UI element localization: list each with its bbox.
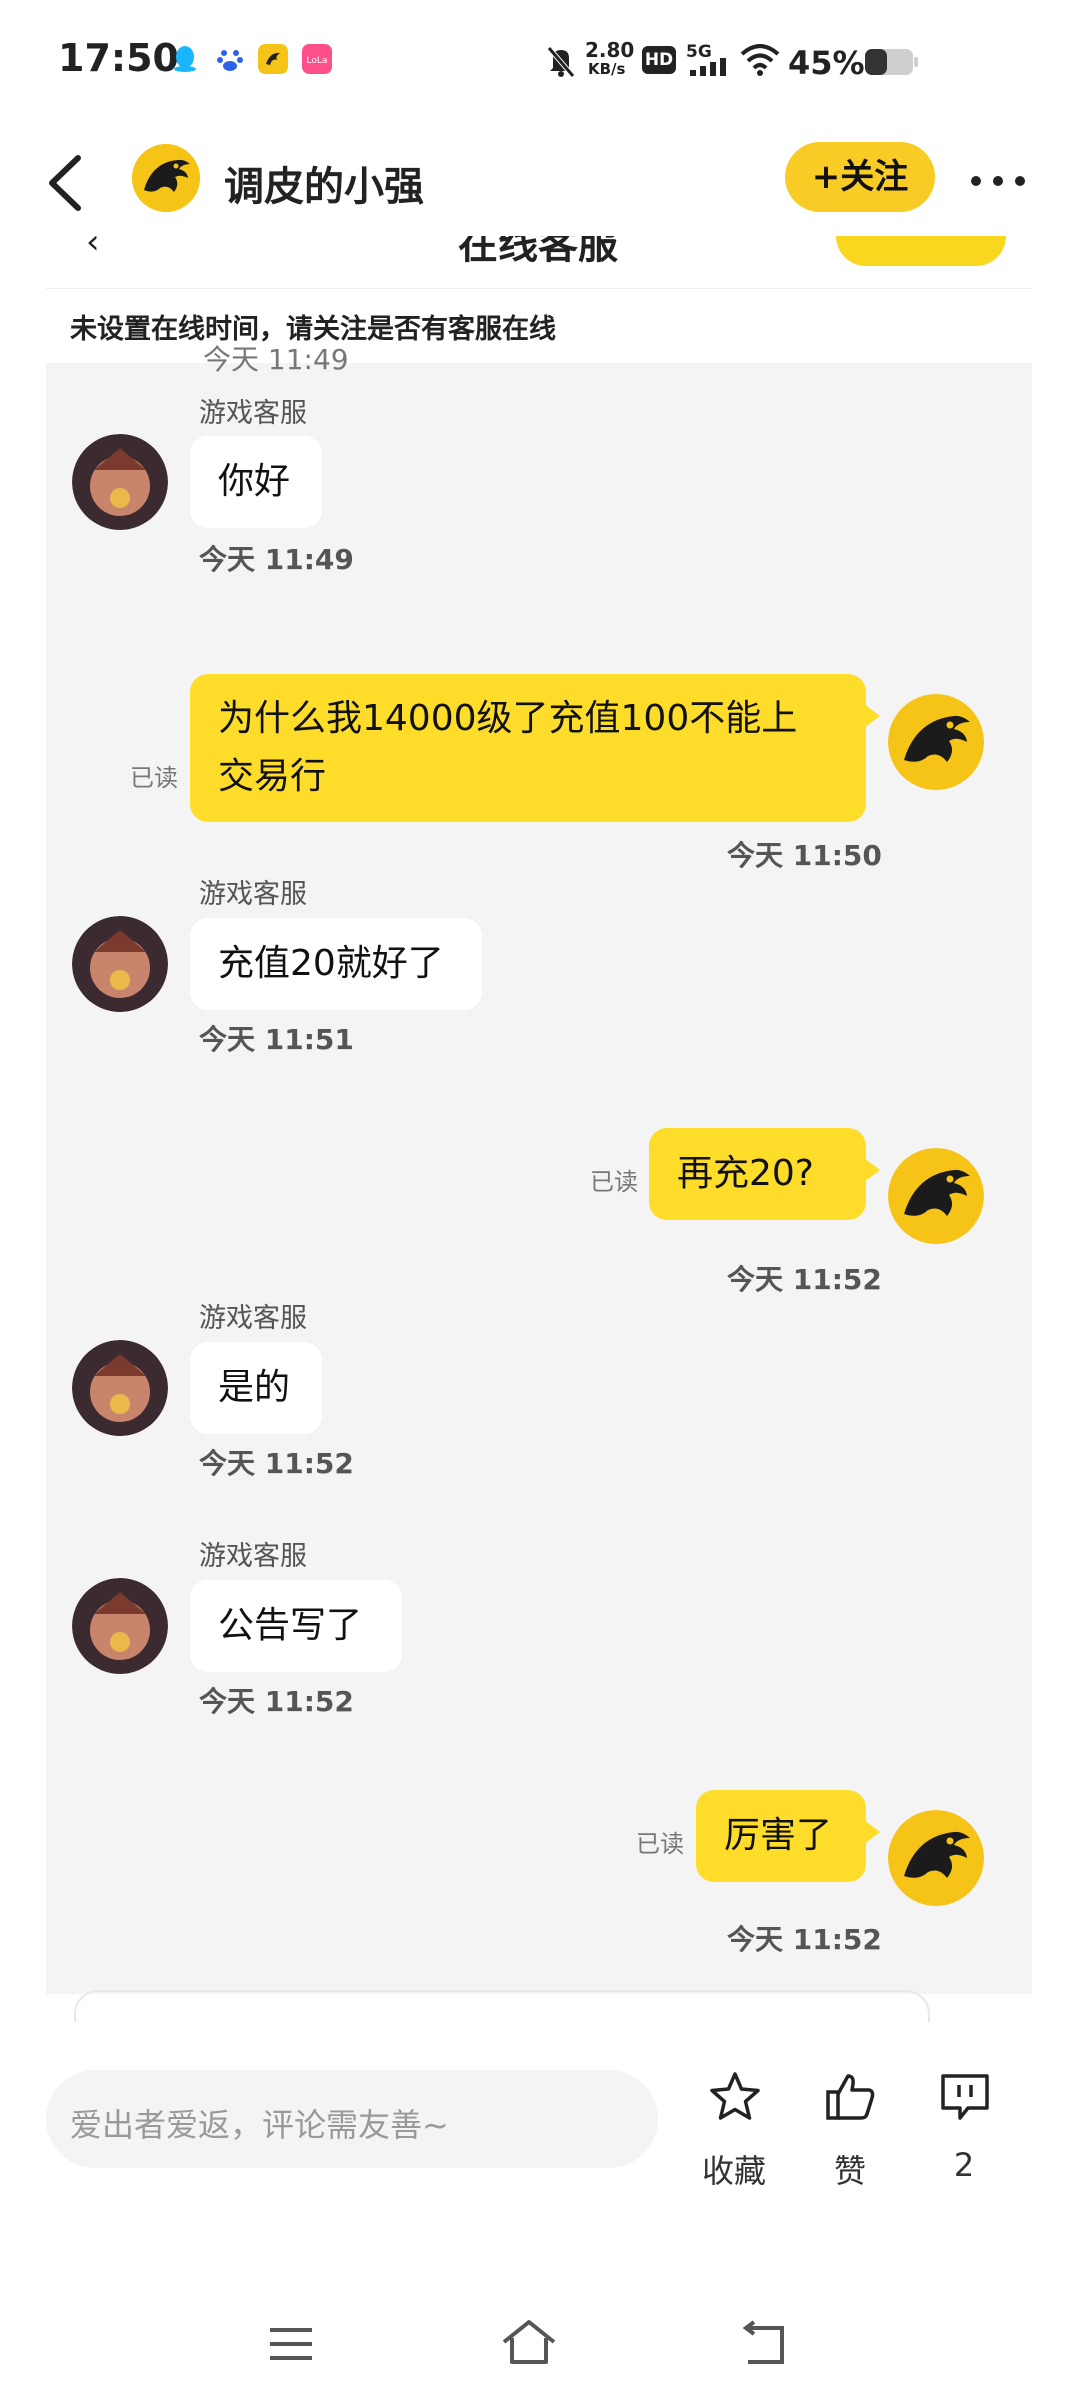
message-bubble: 厉害了 [696,1790,880,1882]
net-speed-unit: KB/s [588,60,626,78]
sender-name: 游戏客服 [199,398,307,429]
signal-icon [690,58,726,76]
battery-percent: 45% [788,44,865,82]
comment-placeholder: 爱出者爱返，评论需友善~ [70,2106,449,2144]
dragon-logo-icon [888,1148,984,1244]
baidu-icon [217,50,243,71]
sender-name: 游戏客服 [199,879,307,910]
god-of-wealth-avatar-icon [72,916,168,1012]
chat-back-arrow-icon: ‹ [86,236,100,262]
message-bubble: 是的 [190,1342,322,1434]
service-avatar [72,1340,168,1436]
read-receipt: 已读 [590,1168,638,1196]
top-nav: 调皮的小强 +关注 [0,126,1080,236]
wifi-icon [740,44,780,76]
back-nav-icon[interactable] [736,2320,790,2368]
read-receipt: 已读 [130,764,178,792]
follow-button[interactable]: +关注 [785,142,935,212]
home-icon[interactable] [500,2318,558,2368]
qq-icon [174,46,196,72]
net-speed-value: 2.80 [585,38,635,62]
battery-icon [865,49,918,75]
service-avatar [72,434,168,530]
my-avatar [888,1148,984,1244]
lolo-app-icon: LoLa [302,44,332,74]
message-time: 今天 11:52 [727,1923,882,1956]
message-time: 今天 11:52 [199,1447,354,1480]
mute-icon [547,46,575,78]
sender-name: 游戏客服 [199,1303,307,1334]
message-bubble: 你好 [190,436,322,528]
dragon-logo-icon [132,144,200,212]
online-notice: 未设置在线时间，请关注是否有客服在线 [46,288,1032,363]
message-list: 今天 11:49 游戏客服 你好 今天 11:49 已读 为什么我14000级了… [46,343,1032,1994]
star-icon [710,2072,760,2120]
page-title: 调皮的小强 [224,164,424,210]
back-arrow-icon[interactable] [40,150,100,216]
hd-badge: HD [642,46,676,74]
menu-icon[interactable] [266,2322,316,2366]
message-time: 今天 11:52 [199,1685,354,1718]
message-time: 今天 11:49 [199,543,354,576]
chat-screenshot-header: ‹ 在线客服 [46,236,1032,288]
thumbs-up-icon [826,2074,875,2120]
god-of-wealth-avatar-icon [72,1578,168,1674]
comment-count: 2 [953,2146,975,2184]
god-of-wealth-avatar-icon [72,1340,168,1436]
message-line: 交易行 [218,756,327,797]
like-label: 赞 [833,2152,866,2190]
favorite-button[interactable]: 收藏 [684,2070,784,2200]
favorite-label: 收藏 [701,2152,766,2190]
my-avatar [888,1810,984,1906]
status-time: 17:50 [58,36,179,80]
message-bubble: 公告写了 [190,1580,402,1672]
service-avatar [72,916,168,1012]
clipped-timestamp: 今天 11:49 [203,343,349,376]
status-bar: 17:50 LoLa 2.80 KB/s HD 5G 45% [0,0,1080,126]
dragon-app-icon [258,44,288,74]
comment-input[interactable]: 爱出者爱返，评论需友善~ [46,2070,658,2168]
message-bubble: 为什么我14000级了充值100不能上 交易行 [190,674,880,822]
chat-screenshot[interactable]: ‹ 在线客服 未设置在线时间，请关注是否有客服在线 今天 11:49 游戏客服 … [46,236,1032,1994]
read-receipt: 已读 [636,1830,684,1858]
more-icon[interactable] [968,156,1028,206]
message-time: 今天 11:52 [727,1263,882,1296]
svg-text:LoLa: LoLa [307,56,328,66]
message-time: 今天 11:51 [199,1023,354,1056]
my-avatar [888,694,984,790]
message-bubble: 充值20就好了 [190,918,482,1010]
system-nav-bar [0,2300,1080,2408]
chat-title-clipped: 在线客服 [458,236,618,268]
god-of-wealth-avatar-icon [72,434,168,530]
chat-header-button-clipped [836,236,1006,266]
sender-name: 游戏客服 [199,1541,307,1572]
message-bubble: 再充20? [649,1128,880,1220]
service-avatar [72,1578,168,1674]
comment-icon [941,2074,989,2120]
clipped-input-card [74,1990,930,2022]
dragon-logo-icon [888,1810,984,1906]
dragon-logo-icon [888,694,984,790]
message-time: 今天 11:50 [727,839,882,872]
comment-button[interactable]: 2 [914,2070,1014,2200]
like-button[interactable]: 赞 [800,2070,900,2200]
message-line: 为什么我14000级了充值100不能上 [218,698,798,739]
author-avatar[interactable] [132,144,200,212]
